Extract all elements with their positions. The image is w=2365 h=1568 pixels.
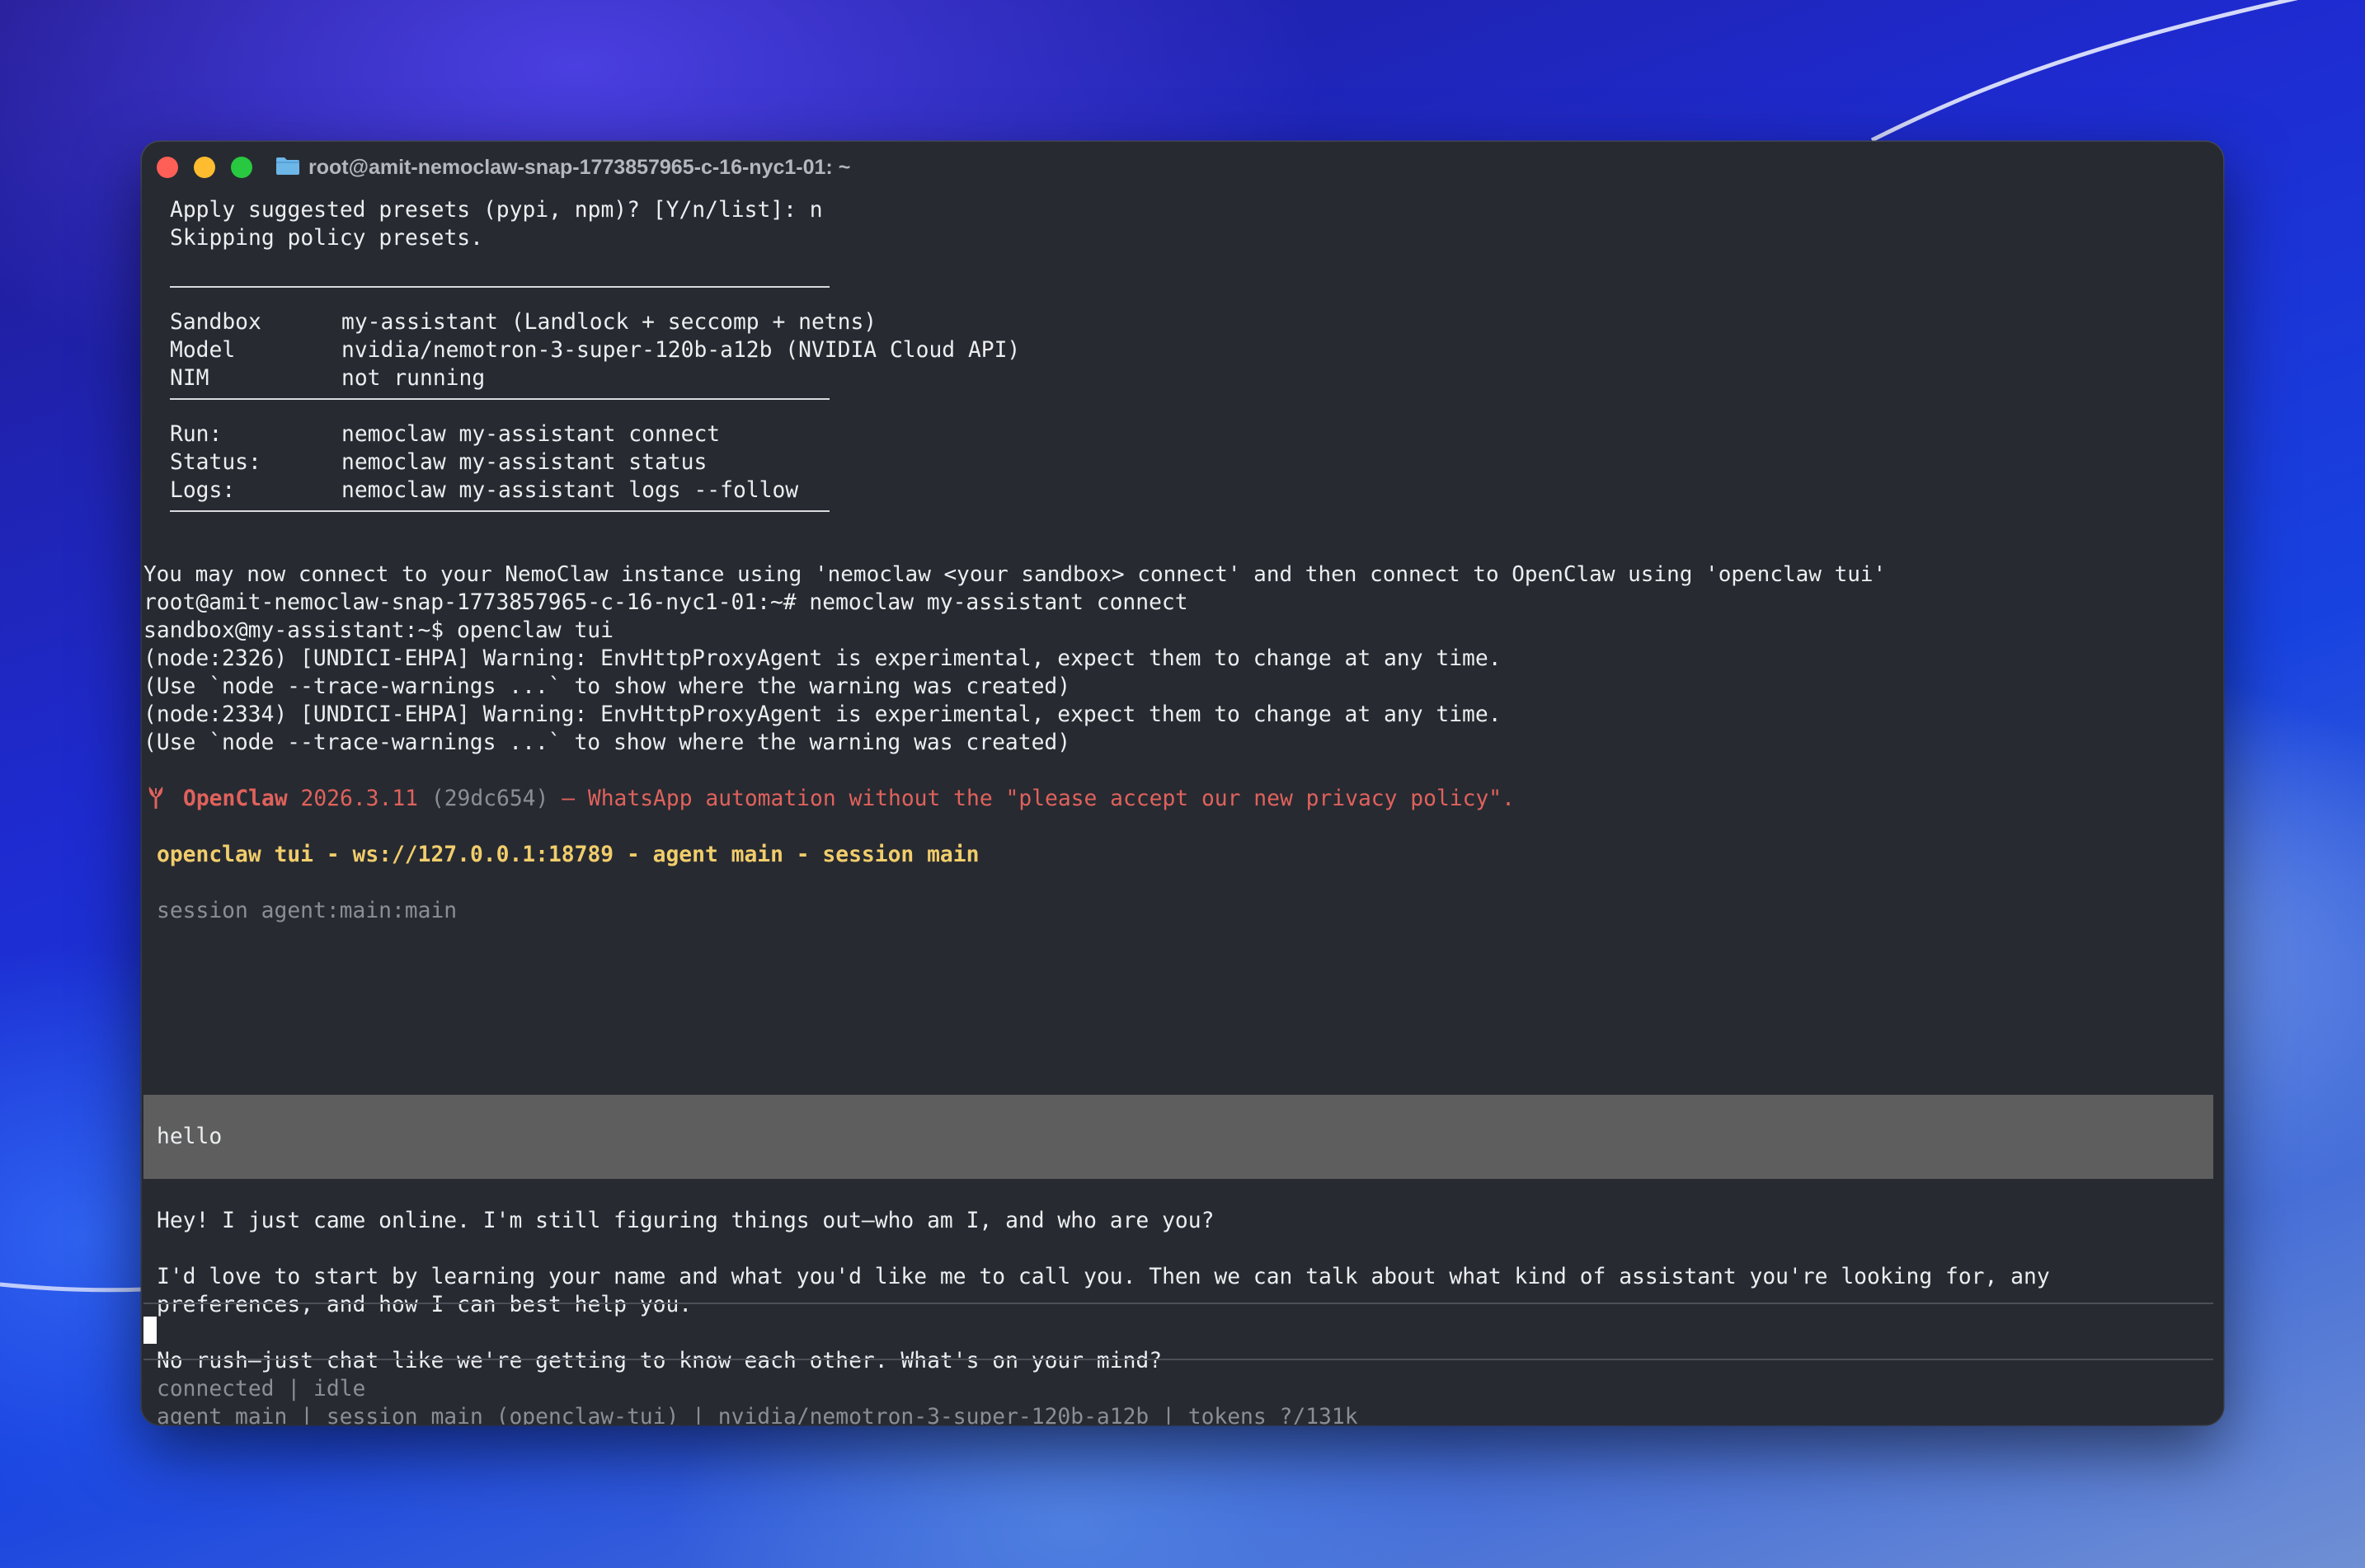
summary-divider-bottom — [170, 510, 830, 512]
assistant-reply-line: Hey! I just came online. I'm still figur… — [157, 1209, 1215, 1233]
sandbox-command-line: sandbox@my-assistant:~$ openclaw tui — [143, 618, 614, 643]
shell-command-line: root@amit-nemoclaw-snap-1773857965-c-16-… — [143, 590, 1188, 615]
openclaw-version: 2026.3.11 — [300, 786, 419, 811]
summary-divider-middle — [170, 398, 830, 400]
warning-line: (node:2326) [UNDICI-EHPA] Warning: EnvHt… — [143, 646, 1502, 671]
input-divider-bottom — [143, 1359, 2213, 1360]
close-button[interactable] — [157, 157, 178, 178]
text-cursor — [143, 1317, 157, 1344]
skipping-line: Skipping policy presets. — [170, 226, 483, 251]
summary-value-nim: not running — [341, 366, 486, 391]
user-message-block — [143, 1095, 2213, 1179]
preset-prompt-line: Apply suggested presets (pypi, npm)? [Y/… — [170, 198, 823, 223]
warning-line: (node:2334) [UNDICI-EHPA] Warning: EnvHt… — [143, 702, 1502, 727]
assistant-reply-line: I'd love to start by learning your name … — [157, 1265, 2050, 1289]
summary-divider-top — [170, 286, 830, 288]
command-value-run: nemoclaw my-assistant connect — [341, 422, 721, 447]
command-key-logs: Logs: — [170, 478, 236, 503]
lobster-icon — [148, 786, 163, 809]
title-bar[interactable]: root@amit-nemoclaw-snap-1773857965-c-16-… — [142, 142, 2223, 191]
summary-key-sandbox: Sandbox — [170, 310, 261, 335]
summary-key-nim: NIM — [170, 366, 209, 391]
wallpaper-streak-top — [1870, 0, 2299, 143]
chat-input[interactable] — [143, 1304, 2213, 1357]
wallpaper-streak-left — [0, 1282, 145, 1293]
window-title: root@amit-nemoclaw-snap-1773857965-c-16-… — [308, 156, 851, 179]
command-key-status: Status: — [170, 450, 261, 475]
command-value-logs: nemoclaw my-assistant logs --follow — [341, 478, 799, 503]
session-label: session agent:main:main — [157, 899, 458, 923]
user-message: hello — [157, 1124, 223, 1149]
minimize-button[interactable] — [194, 157, 215, 178]
command-key-run: Run: — [170, 422, 223, 447]
openclaw-banner: OpenClaw 2026.3.11 (29dc654) — WhatsApp … — [183, 785, 1515, 813]
connection-status: connected | idle — [157, 1377, 366, 1401]
connect-hint-line: You may now connect to your NemoClaw ins… — [143, 562, 1887, 587]
openclaw-brand: OpenClaw — [183, 786, 288, 811]
warning-line: (Use `node --trace-warnings ...` to show… — [143, 730, 1071, 755]
command-value-status: nemoclaw my-assistant status — [341, 450, 708, 475]
openclaw-tagline: — WhatsApp automation without the "pleas… — [562, 786, 1515, 811]
terminal-window: root@amit-nemoclaw-snap-1773857965-c-16-… — [142, 142, 2223, 1425]
openclaw-commit: (29dc654) — [430, 786, 549, 811]
folder-icon — [276, 157, 299, 175]
warning-line: (Use `node --trace-warnings ...` to show… — [143, 674, 1071, 699]
tui-header: openclaw tui - ws://127.0.0.1:18789 - ag… — [157, 843, 980, 867]
summary-key-model: Model — [170, 338, 236, 363]
tui-footer: agent main | session main (openclaw-tui)… — [157, 1405, 1358, 1425]
terminal-content[interactable]: Apply suggested presets (pypi, npm)? [Y/… — [142, 191, 2223, 1425]
maximize-button[interactable] — [231, 157, 252, 178]
summary-value-sandbox: my-assistant (Landlock + seccomp + netns… — [341, 310, 877, 335]
summary-value-model: nvidia/nemotron-3-super-120b-a12b (NVIDI… — [341, 338, 1021, 363]
